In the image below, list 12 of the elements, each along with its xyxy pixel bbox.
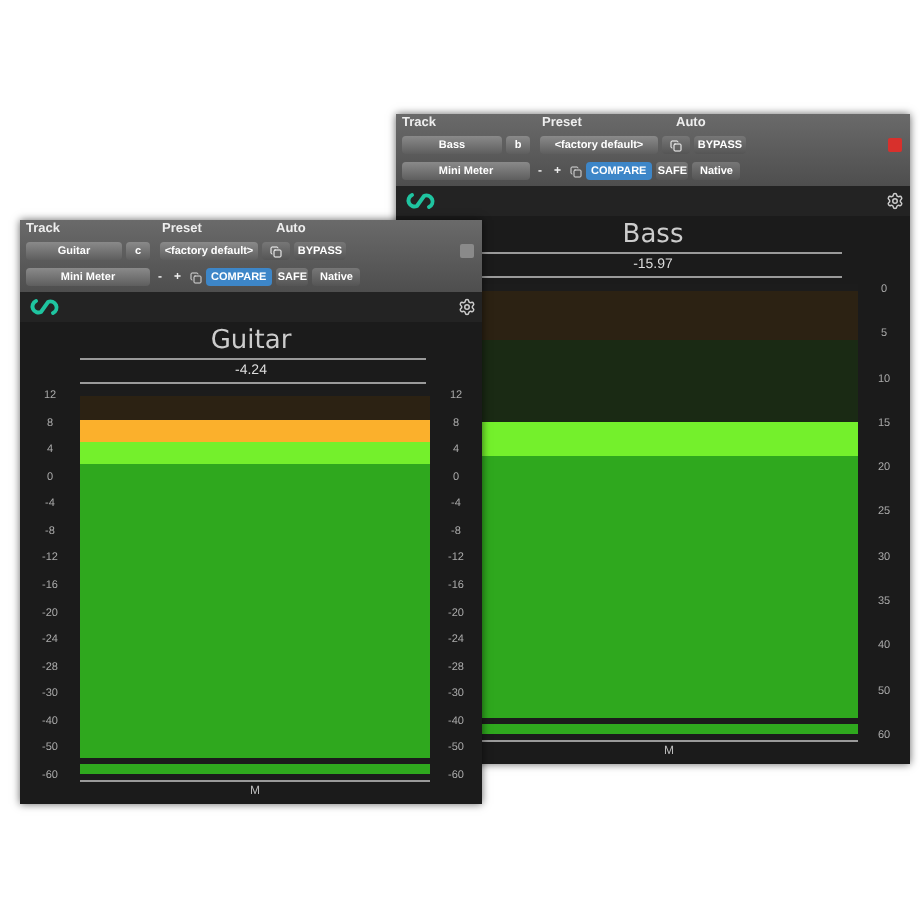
automation-button[interactable] bbox=[262, 242, 290, 260]
track-title: Bass bbox=[620, 218, 686, 250]
settings-icon[interactable] bbox=[458, 298, 476, 316]
copy-icon[interactable] bbox=[189, 271, 202, 283]
copy-icon[interactable] bbox=[569, 165, 582, 177]
logo-icon bbox=[26, 298, 62, 316]
track-title: Guitar bbox=[208, 324, 294, 356]
automation-icon bbox=[670, 139, 682, 151]
settings-icon[interactable] bbox=[886, 192, 904, 210]
automation-button[interactable] bbox=[662, 136, 690, 154]
automation-icon bbox=[270, 245, 282, 257]
logo-icon bbox=[402, 192, 438, 210]
